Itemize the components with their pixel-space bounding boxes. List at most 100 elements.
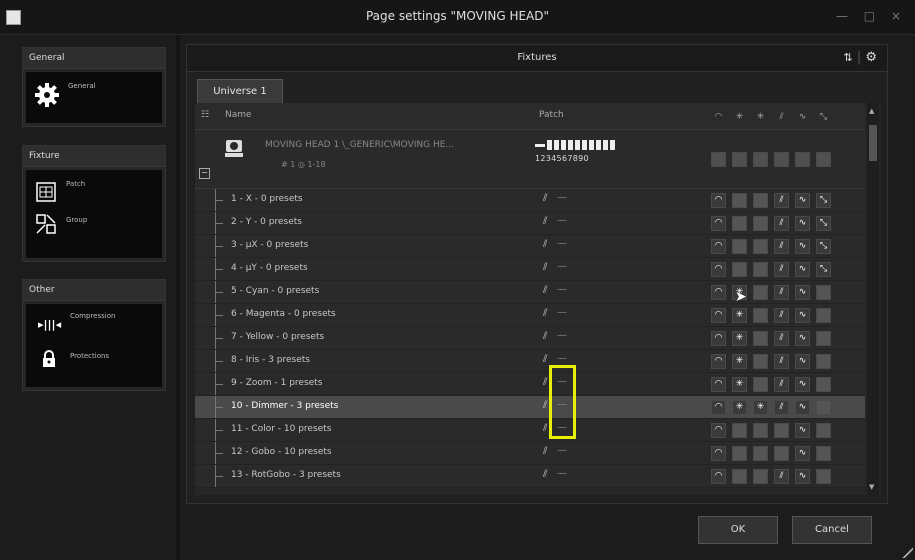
- attribute-cell[interactable]: [774, 423, 789, 438]
- attribute-cell[interactable]: [816, 308, 831, 323]
- cancel-button[interactable]: Cancel: [792, 516, 872, 544]
- attribute-cell[interactable]: [816, 377, 831, 392]
- attribute-cell[interactable]: ◠: [711, 262, 726, 277]
- attribute-cell[interactable]: ✳: [732, 400, 747, 415]
- attribute-cell[interactable]: ⫽: [774, 469, 789, 484]
- patch-label[interactable]: Patch: [66, 180, 85, 188]
- patch-icon[interactable]: [36, 182, 56, 202]
- attribute-cell[interactable]: ∿: [795, 216, 810, 231]
- attribute-cell[interactable]: ✳: [732, 354, 747, 369]
- patch-dash[interactable]: —: [557, 468, 567, 479]
- attribute-cell[interactable]: ◠: [711, 423, 726, 438]
- attribute-cell[interactable]: ∿: [795, 400, 810, 415]
- attribute-cell[interactable]: ◠: [711, 469, 726, 484]
- attribute-cell[interactable]: ∿: [795, 331, 810, 346]
- patch-slash-icon[interactable]: ⫽: [543, 239, 547, 250]
- attribute-cell[interactable]: ∿: [795, 446, 810, 461]
- attribute-cell[interactable]: ✳: [732, 377, 747, 392]
- scrollbar-thumb[interactable]: [869, 125, 877, 161]
- scroll-up-icon[interactable]: ▲: [869, 107, 874, 115]
- expand-all-icon[interactable]: ☷: [201, 110, 209, 120]
- attribute-cell[interactable]: [753, 262, 768, 277]
- patch-slash-icon[interactable]: ⫽: [543, 216, 547, 227]
- attribute-cell[interactable]: [753, 216, 768, 231]
- patch-dash[interactable]: —: [557, 284, 567, 295]
- vertical-scrollbar[interactable]: ▲ ▼: [867, 103, 879, 495]
- attribute-cell[interactable]: ◠: [711, 400, 726, 415]
- attribute-cell[interactable]: [816, 331, 831, 346]
- attribute-cell[interactable]: ⫽: [774, 377, 789, 392]
- attribute-cell[interactable]: [816, 400, 831, 415]
- attribute-cell[interactable]: [753, 354, 768, 369]
- attribute-cell[interactable]: ∿: [795, 285, 810, 300]
- fixture-cell[interactable]: [732, 152, 747, 167]
- patch-dash[interactable]: —: [557, 192, 567, 203]
- attribute-cell[interactable]: ∿: [795, 423, 810, 438]
- fixture-row[interactable]: − MOVING HEAD 1 \_GENERIC\MOVING HE... #…: [195, 130, 865, 189]
- attribute-cell[interactable]: ⫽: [774, 331, 789, 346]
- general-item[interactable]: General: [26, 72, 162, 123]
- position-icon[interactable]: ◠: [711, 110, 726, 125]
- group-icon[interactable]: [36, 214, 56, 234]
- attribute-cell[interactable]: [753, 377, 768, 392]
- attribute-cell[interactable]: ◠: [711, 354, 726, 369]
- attribute-cell[interactable]: ⫽: [774, 239, 789, 254]
- attribute-cell[interactable]: [732, 423, 747, 438]
- attribute-cell[interactable]: ⤡: [816, 262, 831, 277]
- patch-slash-icon[interactable]: ⫽: [543, 285, 547, 296]
- attribute-cell[interactable]: [753, 285, 768, 300]
- attribute-cell[interactable]: ⫽: [774, 354, 789, 369]
- protections-label[interactable]: Protections: [70, 352, 109, 360]
- attribute-cell[interactable]: ∿: [795, 262, 810, 277]
- attribute-cell[interactable]: [774, 446, 789, 461]
- attribute-cell[interactable]: [753, 469, 768, 484]
- color-icon[interactable]: ✳: [732, 110, 747, 125]
- table-row[interactable]: 7 - Yellow - 0 presets ⫽ — ◠ ✳ ⫽ ∿: [195, 327, 865, 350]
- table-row[interactable]: 4 - µY - 0 presets ⫽ — ◠ ⫽ ∿ ⤡: [195, 258, 865, 281]
- attribute-cell[interactable]: ⫽: [774, 216, 789, 231]
- attribute-cell[interactable]: [816, 446, 831, 461]
- attribute-cell[interactable]: [753, 193, 768, 208]
- table-row[interactable]: 12 - Gobo - 10 presets ⫽ — ◠ ∿: [195, 442, 865, 465]
- attribute-cell[interactable]: ⤡: [816, 193, 831, 208]
- attribute-cell[interactable]: ⤡: [816, 239, 831, 254]
- attribute-cell[interactable]: ⫽: [774, 285, 789, 300]
- patch-slash-icon[interactable]: ⫽: [543, 469, 547, 480]
- attribute-cell[interactable]: [732, 469, 747, 484]
- patch-slash-icon[interactable]: ⫽: [543, 193, 547, 204]
- attribute-cell[interactable]: ◠: [711, 239, 726, 254]
- sort-icon[interactable]: ⇅: [843, 51, 852, 64]
- attribute-cell[interactable]: ◠: [711, 308, 726, 323]
- group-label[interactable]: Group: [66, 216, 87, 224]
- attribute-cell[interactable]: [732, 262, 747, 277]
- fixture-cell[interactable]: [774, 152, 789, 167]
- compression-icon[interactable]: ▸|||◂: [38, 318, 61, 331]
- table-row[interactable]: 8 - Iris - 3 presets ⫽ — ◠ ✳ ⫽ ∿: [195, 350, 865, 373]
- attribute-cell[interactable]: [732, 239, 747, 254]
- column-name[interactable]: Name: [225, 110, 252, 120]
- attribute-cell[interactable]: [816, 423, 831, 438]
- attribute-cell[interactable]: ✳: [753, 400, 768, 415]
- attribute-cell[interactable]: [753, 331, 768, 346]
- table-row[interactable]: 5 - Cyan - 0 presets ⫽ — ◠ ✳ ⫽ ∿: [195, 281, 865, 304]
- table-row[interactable]: 11 - Color - 10 presets ⫽ — ◠ ∿: [195, 419, 865, 442]
- patch-slash-icon[interactable]: ⫽: [543, 354, 547, 365]
- window-controls[interactable]: — □ ×: [836, 9, 907, 23]
- attribute-cell[interactable]: [753, 239, 768, 254]
- attribute-cell[interactable]: ◠: [711, 377, 726, 392]
- attribute-cell[interactable]: [816, 285, 831, 300]
- patch-slash-icon[interactable]: ⫽: [543, 262, 547, 273]
- table-row[interactable]: 13 - RotGobo - 3 presets ⫽ — ◠ ⫽ ∿: [195, 465, 865, 488]
- lock-icon[interactable]: [42, 350, 56, 368]
- splitter[interactable]: [176, 35, 180, 560]
- patch-slash-icon[interactable]: ⫽: [543, 446, 547, 457]
- attribute-cell[interactable]: ◠: [711, 285, 726, 300]
- attribute-cell[interactable]: ∿: [795, 469, 810, 484]
- patch-slash-icon[interactable]: ⫽: [543, 308, 547, 319]
- attribute-cell[interactable]: ∿: [795, 239, 810, 254]
- patch-dash[interactable]: —: [557, 330, 567, 341]
- table-row[interactable]: 6 - Magenta - 0 presets ⫽ — ◠ ✳ ⫽ ∿: [195, 304, 865, 327]
- column-patch[interactable]: Patch: [539, 110, 564, 120]
- attribute-cell[interactable]: [753, 446, 768, 461]
- patch-dash[interactable]: —: [557, 445, 567, 456]
